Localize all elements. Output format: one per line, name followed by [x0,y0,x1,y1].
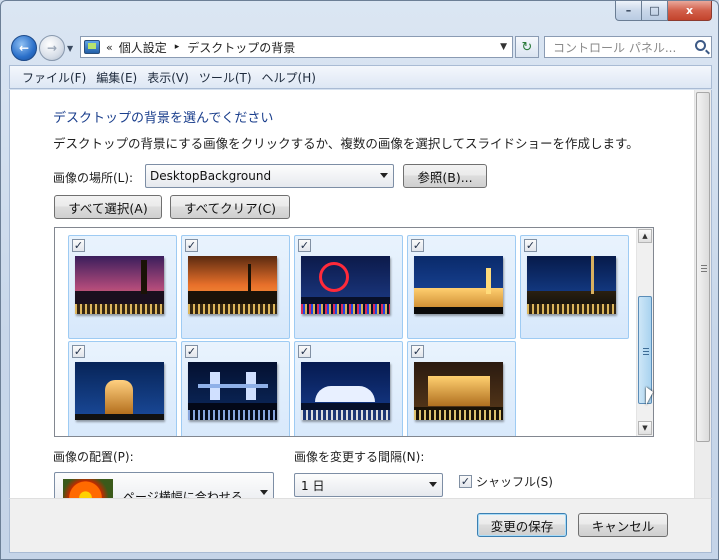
interval-label: 画像を変更する間隔(N): [294,450,425,464]
breadcrumb-desktop-background[interactable]: デスクトップの背景 [187,39,295,56]
shuffle-label[interactable]: シャッフル(S) [476,473,553,490]
gallery-tile-2[interactable]: ✓ [181,235,290,339]
window: – □ x ← → ▼ « 個人設定 ▸ デスクトップの背景 ▼ ↻ コントロー… [0,0,719,560]
address-dropdown-icon[interactable]: ▼ [500,42,507,52]
chevron-down-icon [260,490,268,495]
position-select[interactable]: ページ横幅に合わせる [54,472,274,498]
close-button[interactable]: x [668,1,712,21]
recent-pages-dropdown-icon[interactable]: ▼ [67,44,73,53]
shuffle-checkbox-row[interactable]: ✓ シャッフル(S) [459,473,553,490]
position-value: ページ横幅に合わせる [123,490,243,498]
forward-button[interactable]: → [39,35,65,61]
gallery-tile-4[interactable]: ✓ [407,235,516,339]
page-scrollbar[interactable] [694,90,711,498]
menu-tools[interactable]: ツール(T) [199,69,252,86]
dialog-footer: 変更の保存 キャンセル [9,498,712,553]
cancel-button[interactable]: キャンセル [578,513,668,537]
thumbnail-image [188,256,277,314]
interval-value: 1 日 [301,478,325,493]
menu-help[interactable]: ヘルプ(H) [262,69,316,86]
scroll-down-icon[interactable]: ▼ [638,421,652,435]
back-button[interactable]: ← [11,35,37,61]
mouse-cursor-icon [646,387,653,405]
gallery-tile-5[interactable]: ✓ [520,235,629,339]
position-preview-image [63,479,113,498]
gallery-tile-9[interactable]: ✓ [407,341,516,436]
shuffle-checkbox[interactable]: ✓ [459,475,472,488]
interval-select[interactable]: 1 日 [294,473,443,497]
address-overflow-icon[interactable]: « [106,41,113,54]
tile-checkbox[interactable]: ✓ [72,345,85,358]
tile-checkbox[interactable]: ✓ [185,239,198,252]
menu-file[interactable]: ファイル(F) [22,69,86,86]
save-button[interactable]: 変更の保存 [477,513,567,537]
tile-checkbox[interactable]: ✓ [524,239,537,252]
tile-checkbox[interactable]: ✓ [411,239,424,252]
gallery-tile-6[interactable]: ✓ [68,341,177,436]
refresh-button[interactable]: ↻ [515,36,539,58]
gallery-tile-8[interactable]: ✓ [294,341,403,436]
tile-checkbox[interactable]: ✓ [298,239,311,252]
maximize-button[interactable]: □ [642,1,668,21]
caption-buttons: – □ x [615,1,712,21]
location-label: 画像の場所(L): [53,171,134,185]
search-placeholder: コントロール パネル... [553,40,677,55]
thumbnail-image [188,362,277,420]
location-select[interactable]: DesktopBackground [145,164,394,188]
thumbnail-image [527,256,616,314]
menu-edit[interactable]: 編集(E) [96,69,137,86]
thumbnail-image [75,362,164,420]
clear-all-button[interactable]: すべてクリア(C) [170,195,290,219]
tile-checkbox[interactable]: ✓ [298,345,311,358]
scroll-up-icon[interactable]: ▲ [638,229,652,243]
control-panel-icon [84,40,100,54]
back-arrow-icon: ← [18,41,30,55]
breadcrumb-separator-icon[interactable]: ▸ [175,42,180,52]
thumbnail-image [75,256,164,314]
thumbnail-image [414,256,503,314]
refresh-icon: ↻ [521,39,533,55]
chevron-down-icon [429,482,437,487]
tile-checkbox[interactable]: ✓ [185,345,198,358]
menu-bar: ファイル(F) 編集(E) 表示(V) ツール(T) ヘルプ(H) [9,65,712,89]
menu-view[interactable]: 表示(V) [147,69,189,86]
breadcrumb-personalization[interactable]: 個人設定 [119,39,167,56]
browse-button[interactable]: 参照(B)... [403,164,487,188]
gallery-tile-1[interactable]: ✓ [68,235,177,339]
content-pane: デスクトップの背景を選んでください デスクトップの背景にする画像をクリックするか… [9,90,712,498]
image-gallery: ✓ ✓ ✓ ✓ ✓ ✓ ✓ ✓ ✓ ▲ ▼ [54,227,654,437]
thumbnail-image [301,362,390,420]
page-title: デスクトップの背景を選んでください [53,111,274,126]
tile-checkbox[interactable]: ✓ [411,345,424,358]
page-description: デスクトップの背景にする画像をクリックするか、複数の画像を選択してスライドショー… [53,136,639,151]
page-scroll-thumb[interactable] [696,92,710,442]
location-value: DesktopBackground [150,169,272,183]
forward-arrow-icon: → [46,41,58,55]
thumbnail-image [301,256,390,314]
search-input[interactable]: コントロール パネル... [544,36,712,58]
chevron-down-icon [380,173,388,178]
address-bar[interactable]: « 個人設定 ▸ デスクトップの背景 ▼ [80,36,513,58]
tile-checkbox[interactable]: ✓ [72,239,85,252]
position-label: 画像の配置(P): [53,450,134,464]
search-icon[interactable] [695,40,706,51]
gallery-tile-3[interactable]: ✓ [294,235,403,339]
gallery-tile-7[interactable]: ✓ [181,341,290,436]
thumbnail-image [414,362,503,420]
minimize-button[interactable]: – [615,1,642,21]
select-all-button[interactable]: すべて選択(A) [54,195,162,219]
